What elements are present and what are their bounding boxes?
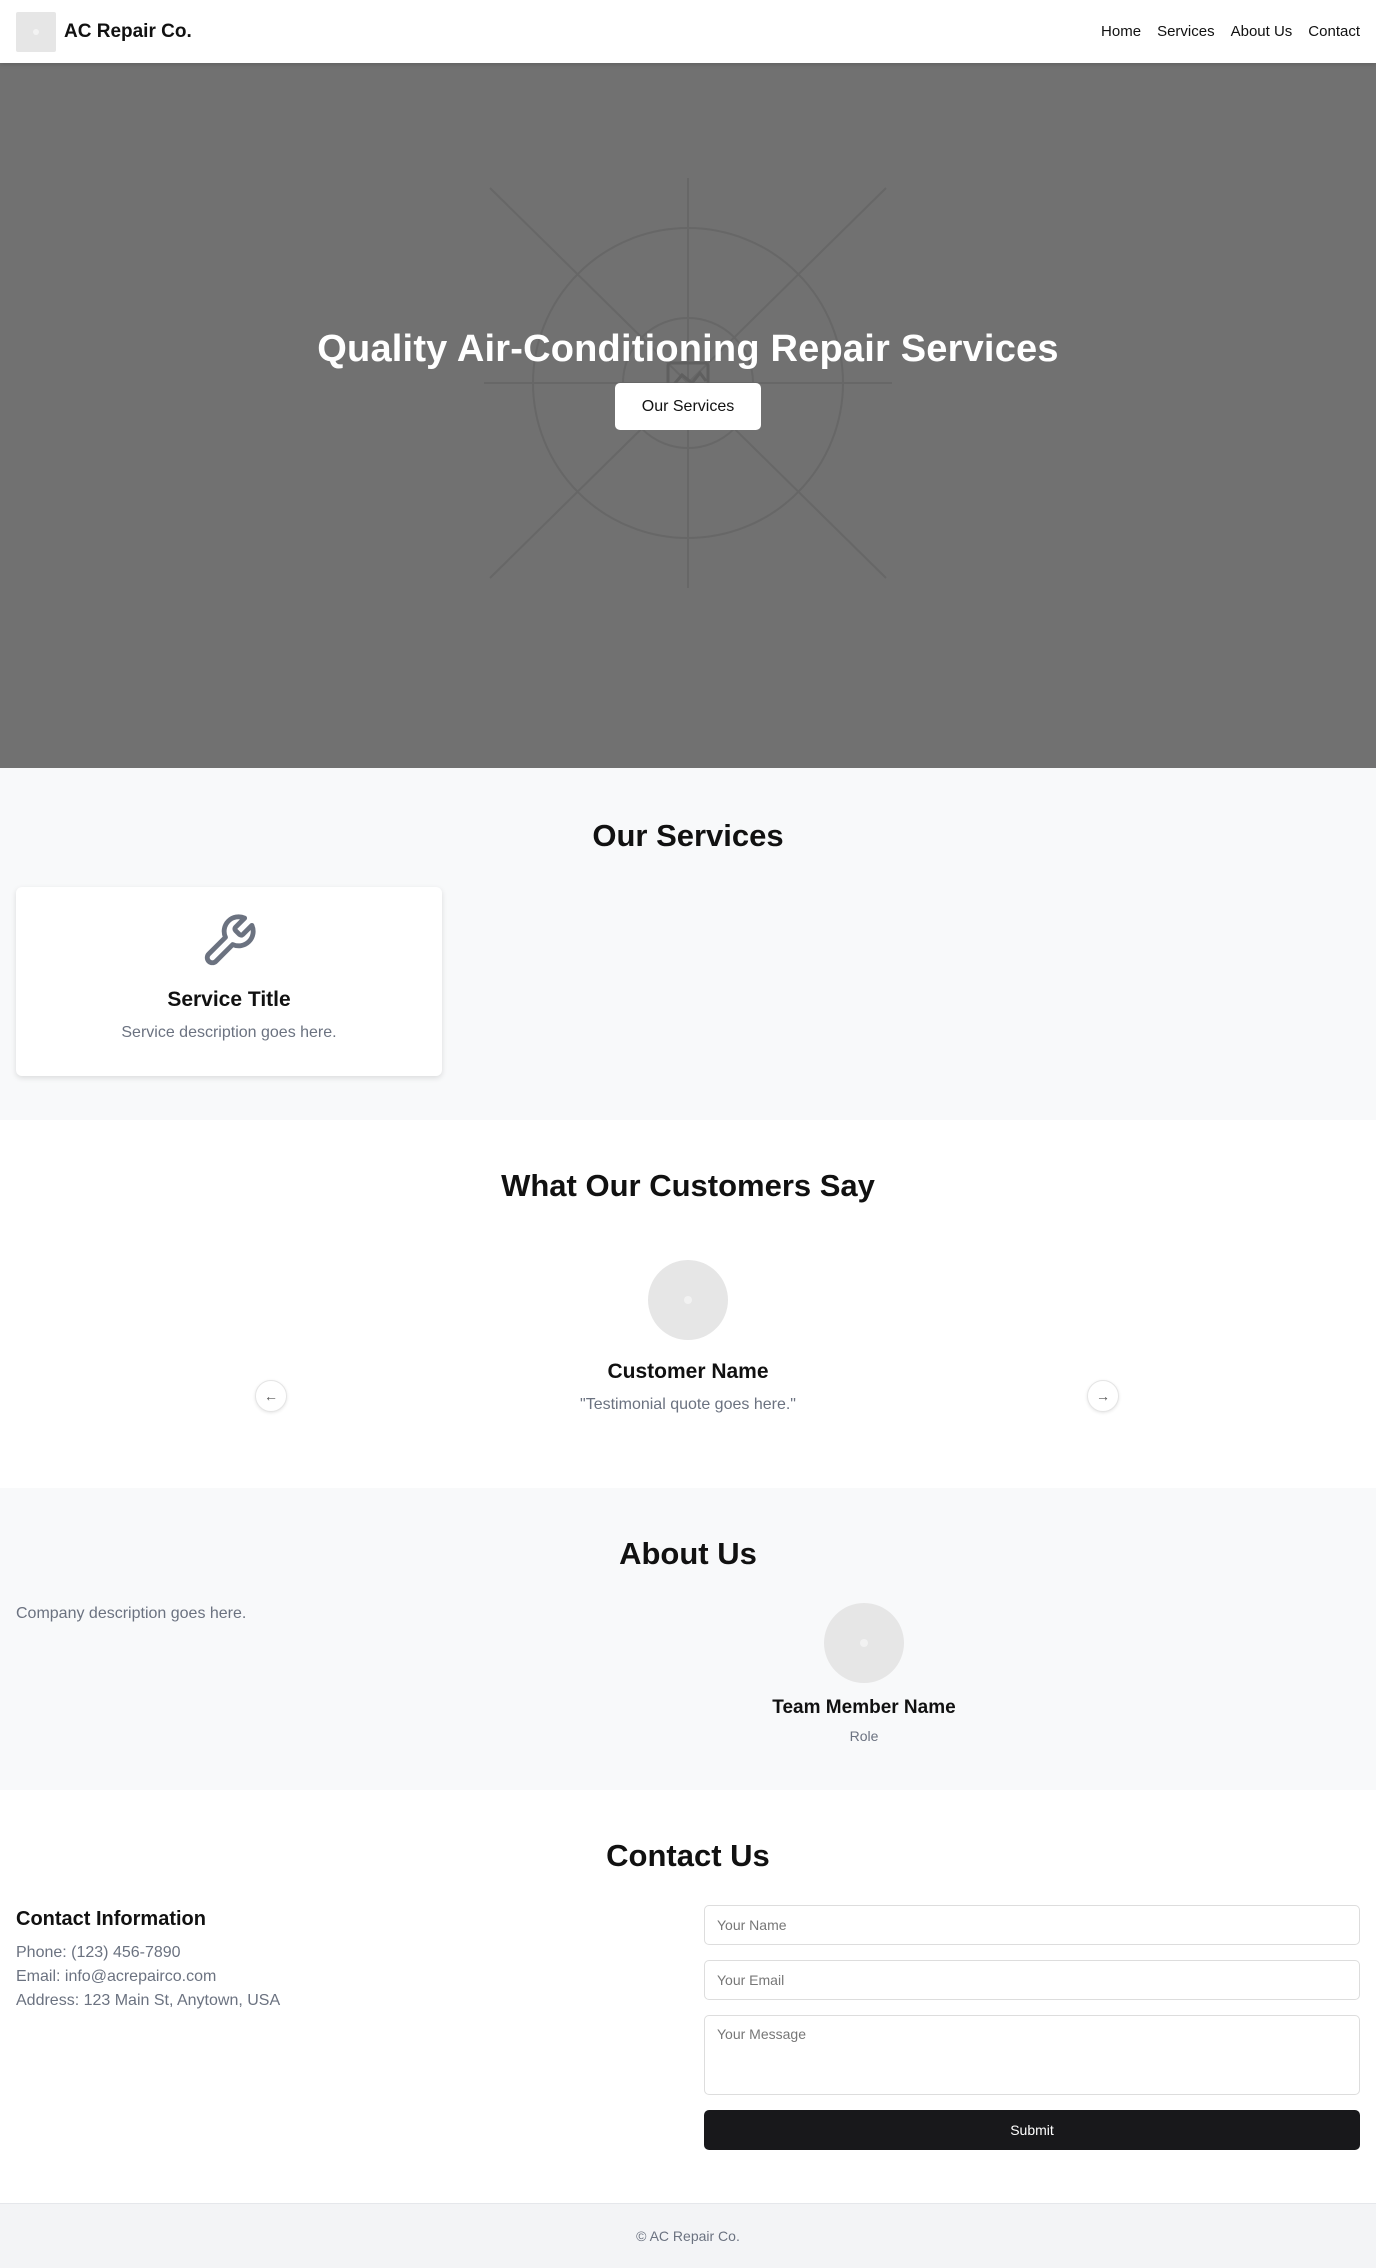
service-card: Service Title Service description goes h… bbox=[16, 887, 442, 1076]
testimonial-quote: "Testimonial quote goes here." bbox=[580, 1396, 796, 1413]
image-placeholder-icon bbox=[860, 1639, 868, 1647]
email-input[interactable]: Your Email bbox=[704, 1960, 1360, 2000]
team-member-avatar bbox=[824, 1603, 904, 1683]
contact-form: Your Name Your Email Your Message Submit bbox=[704, 1905, 1360, 2150]
contact-address: Address: 123 Main St, Anytown, USA bbox=[16, 1992, 281, 2009]
arrow-left-icon: ← bbox=[264, 1388, 278, 1404]
contact-info-heading: Contact Information bbox=[16, 1908, 206, 1930]
nav-home[interactable]: Home bbox=[1101, 23, 1141, 40]
nav-services[interactable]: Services bbox=[1157, 23, 1215, 40]
contact-info: Contact Information Phone: (123) 456-789… bbox=[16, 1908, 280, 2013]
testimonials-section: What Our Customers Say Customer Name "Te… bbox=[0, 1120, 1376, 1488]
contact-phone: Phone: (123) 456-7890 bbox=[16, 1944, 181, 1961]
hero-content: Quality Air-Conditioning Repair Services… bbox=[0, 328, 1376, 430]
services-title: Our Services bbox=[592, 818, 784, 853]
brand-name[interactable]: AC Repair Co. bbox=[64, 21, 192, 43]
testimonials-title: What Our Customers Say bbox=[501, 1168, 875, 1203]
submit-button[interactable]: Submit bbox=[704, 2110, 1360, 2150]
hero-section: Quality Air-Conditioning Repair Services… bbox=[0, 63, 1376, 768]
image-placeholder-icon bbox=[33, 28, 39, 35]
wrench-icon bbox=[200, 912, 258, 970]
name-input[interactable]: Your Name bbox=[704, 1905, 1360, 1945]
site-header: AC Repair Co. Home Services About Us Con… bbox=[0, 0, 1376, 63]
nav-about-us[interactable]: About Us bbox=[1231, 23, 1293, 40]
service-description: Service description goes here. bbox=[121, 1024, 337, 1041]
about-section: About Us Company description goes here. … bbox=[0, 1488, 1376, 1790]
copyright-text: © AC Repair Co. bbox=[636, 2228, 740, 2244]
nav-contact[interactable]: Contact bbox=[1308, 23, 1360, 40]
arrow-right-icon: → bbox=[1096, 1388, 1110, 1404]
contact-email: Email: info@acrepairco.com bbox=[16, 1968, 217, 1985]
contact-title: Contact Us bbox=[606, 1838, 770, 1873]
company-description: Company description goes here. bbox=[16, 1605, 247, 1622]
service-title: Service Title bbox=[167, 988, 291, 1011]
carousel-next-button[interactable]: → bbox=[1087, 1380, 1119, 1412]
main-nav: Home Services About Us Contact bbox=[1101, 23, 1360, 40]
services-section: Our Services Service Title Service descr… bbox=[0, 768, 1376, 1120]
team-member-name: Team Member Name bbox=[772, 1697, 956, 1718]
customer-avatar bbox=[648, 1260, 728, 1340]
hero-title: Quality Air-Conditioning Repair Services bbox=[317, 328, 1059, 370]
our-services-button[interactable]: Our Services bbox=[615, 383, 761, 430]
image-placeholder-icon bbox=[684, 1296, 692, 1304]
team-member-card: Team Member Name Role bbox=[688, 1603, 1040, 1744]
contact-section: Contact Us Contact Information Phone: (1… bbox=[0, 1790, 1376, 2203]
site-footer: © AC Repair Co. bbox=[0, 2203, 1376, 2268]
about-title: About Us bbox=[619, 1536, 757, 1571]
logo-image[interactable] bbox=[16, 11, 56, 52]
carousel-prev-button[interactable]: ← bbox=[255, 1380, 287, 1412]
team-member-role: Role bbox=[849, 1728, 879, 1744]
testimonial-slide: Customer Name "Testimonial quote goes he… bbox=[0, 1260, 1376, 1414]
message-textarea[interactable]: Your Message bbox=[704, 2015, 1360, 2095]
customer-name: Customer Name bbox=[607, 1360, 769, 1383]
